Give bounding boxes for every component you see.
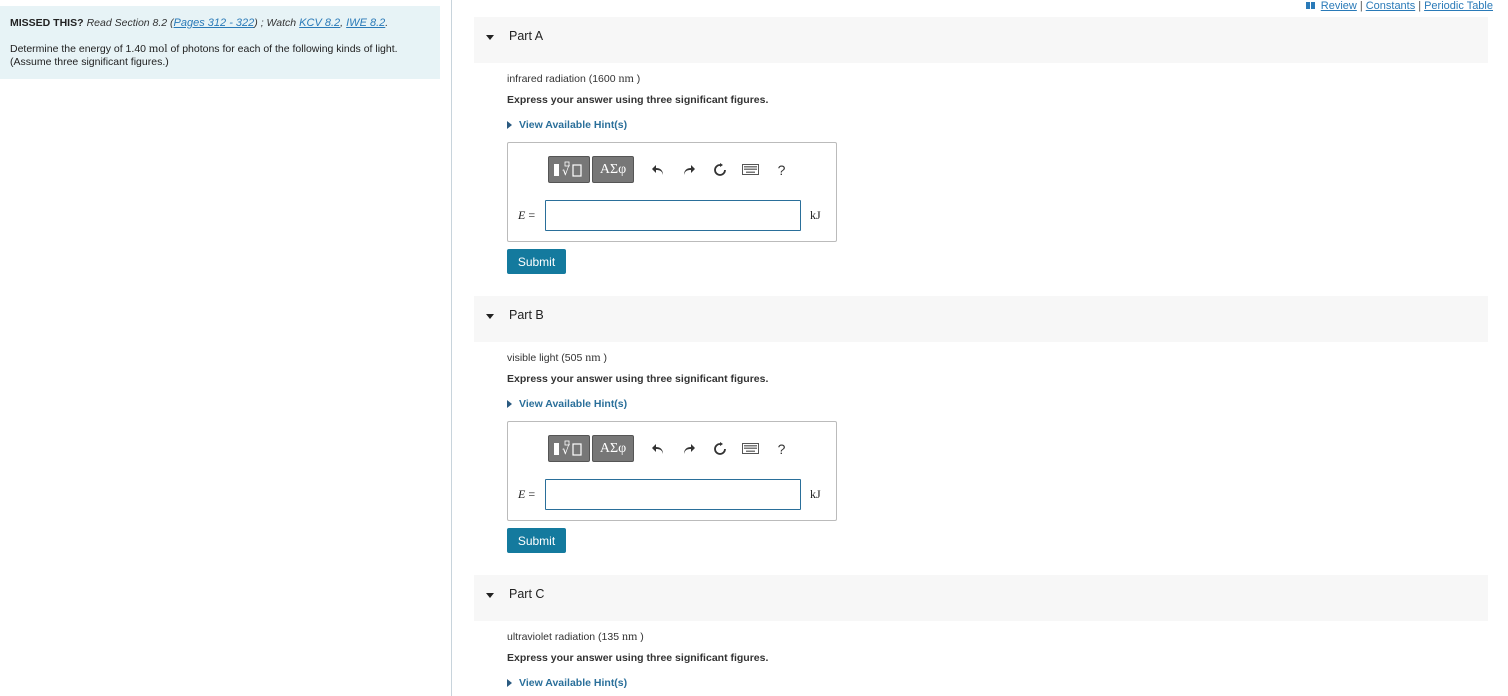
review-link[interactable]: Review bbox=[1321, 0, 1357, 12]
pages-link[interactable]: Pages 312 - 322 bbox=[174, 17, 255, 29]
expand-triangle-icon bbox=[507, 679, 512, 687]
mol-unit: mol bbox=[148, 41, 168, 55]
part-b-instructions: Express your answer using three signific… bbox=[507, 373, 769, 385]
energy-label: E = bbox=[518, 487, 536, 501]
kcv-link[interactable]: KCV 8.2 bbox=[299, 17, 340, 29]
left-panel: MISSED THIS? Read Section 8.2 (Pages 312… bbox=[0, 0, 452, 696]
redo-icon[interactable] bbox=[673, 435, 704, 462]
part-b-prompt: visible light (505 nm ) bbox=[507, 350, 607, 364]
reset-icon[interactable] bbox=[704, 435, 735, 462]
redo-icon[interactable] bbox=[673, 156, 704, 183]
watch-text: ) ; Watch bbox=[254, 17, 297, 29]
expand-triangle-icon bbox=[507, 121, 512, 129]
part-b-submit-button[interactable]: Submit bbox=[507, 528, 566, 553]
part-a-body: infrared radiation (1600 nm ) Express yo… bbox=[507, 71, 1407, 131]
collapse-caret-icon[interactable] bbox=[486, 314, 494, 319]
part-c-instructions: Express your answer using three signific… bbox=[507, 652, 769, 664]
part-a-answer-input[interactable] bbox=[545, 200, 801, 231]
math-toolbar: √ ΑΣφ ? bbox=[548, 156, 797, 183]
constants-link[interactable]: Constants bbox=[1366, 0, 1416, 12]
energy-label: E = bbox=[518, 208, 536, 222]
part-b-answer-input[interactable] bbox=[545, 479, 801, 510]
part-a-prompt: infrared radiation (1600 nm ) bbox=[507, 71, 641, 85]
resource-links: Review | Constants | Periodic Table bbox=[1305, 0, 1493, 12]
collapse-caret-icon[interactable] bbox=[486, 593, 494, 598]
part-c-hint-toggle[interactable]: View Available Hint(s) bbox=[507, 677, 627, 689]
math-toolbar: √ ΑΣφ ? bbox=[548, 435, 797, 462]
part-c-prompt: ultraviolet radiation (135 nm ) bbox=[507, 629, 644, 643]
missed-label: MISSED THIS? bbox=[10, 17, 84, 29]
part-b-body: visible light (505 nm ) Express your ans… bbox=[507, 350, 1407, 410]
help-icon[interactable]: ? bbox=[766, 156, 797, 183]
read-text: Read Section 8.2 ( bbox=[86, 17, 174, 29]
question-note: (Assume three significant figures.) bbox=[10, 56, 169, 68]
book-icon bbox=[1305, 2, 1316, 10]
help-icon[interactable]: ? bbox=[766, 435, 797, 462]
collapse-caret-icon[interactable] bbox=[486, 35, 494, 40]
question-text: Determine the energy of 1.40 mol of phot… bbox=[10, 41, 398, 69]
intro-box: MISSED THIS? Read Section 8.2 (Pages 312… bbox=[0, 6, 440, 79]
missed-this-line: MISSED THIS? Read Section 8.2 (Pages 312… bbox=[10, 17, 389, 29]
iwe-link[interactable]: IWE 8.2 bbox=[346, 17, 385, 29]
expand-triangle-icon bbox=[507, 400, 512, 408]
part-a-answer-box: √ ΑΣφ ? E = kJ bbox=[507, 142, 837, 242]
keyboard-icon[interactable] bbox=[735, 435, 766, 462]
part-b-answer-box: √ ΑΣφ ? E = kJ bbox=[507, 421, 837, 521]
part-c-title: Part C bbox=[509, 587, 545, 601]
part-a-submit-button[interactable]: Submit bbox=[507, 249, 566, 274]
part-c-header[interactable]: Part C bbox=[474, 575, 1488, 621]
part-a-title: Part A bbox=[509, 29, 544, 43]
part-c-body: ultraviolet radiation (135 nm ) Express … bbox=[507, 629, 1407, 689]
part-a-hint-toggle[interactable]: View Available Hint(s) bbox=[507, 119, 627, 131]
unit-label: kJ bbox=[810, 208, 821, 222]
reset-icon[interactable] bbox=[704, 156, 735, 183]
undo-icon[interactable] bbox=[642, 156, 673, 183]
unit-label: kJ bbox=[810, 487, 821, 501]
part-a-instructions: Express your answer using three signific… bbox=[507, 94, 769, 106]
part-b-header[interactable]: Part B bbox=[474, 296, 1488, 342]
part-a-header[interactable]: Part A bbox=[474, 17, 1488, 63]
templates-icon[interactable]: √ bbox=[548, 156, 590, 183]
periodic-table-link[interactable]: Periodic Table bbox=[1424, 0, 1493, 12]
part-b-hint-toggle[interactable]: View Available Hint(s) bbox=[507, 398, 627, 410]
keyboard-icon[interactable] bbox=[735, 156, 766, 183]
templates-icon[interactable]: √ bbox=[548, 435, 590, 462]
greek-symbols-icon[interactable]: ΑΣφ bbox=[592, 156, 634, 183]
part-b-title: Part B bbox=[509, 308, 544, 322]
greek-symbols-icon[interactable]: ΑΣφ bbox=[592, 435, 634, 462]
undo-icon[interactable] bbox=[642, 435, 673, 462]
